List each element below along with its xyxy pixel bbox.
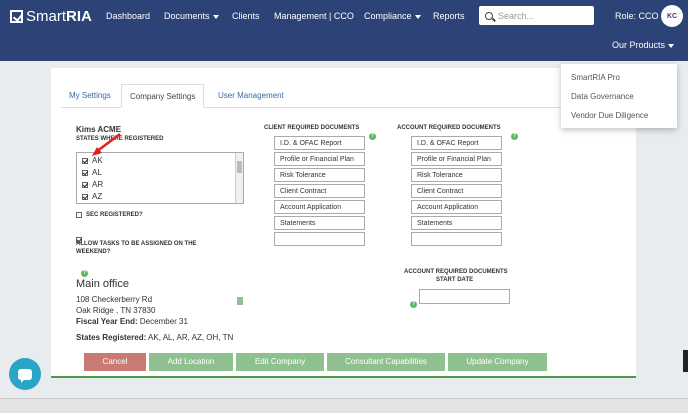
account-doc-item[interactable]: I.D. & OFAC Report [411,136,502,150]
tab-company-settings[interactable]: Company Settings [121,84,205,108]
logo-suffix: RIA [66,8,92,25]
help-icon[interactable]: ? [81,269,88,277]
sec-registered-row[interactable]: SEC REGISTERED? [76,212,143,218]
tab-user-management[interactable]: User Management [210,84,292,108]
bottom-bar [0,398,688,413]
search-icon [485,11,493,20]
account-doc-item-empty[interactable] [411,232,502,246]
annotation-arrow-icon [92,133,121,156]
scroll-thumb[interactable] [237,161,242,173]
menu-item-vendor-due-diligence[interactable]: Vendor Due Diligence [561,106,677,125]
consultant-capabilities-button[interactable]: Consultant Capabilities [327,353,445,371]
state-option[interactable]: AR [82,180,103,189]
office-address-1: 108 Checkerberry Rd [76,295,153,304]
client-doc-item[interactable]: Profile or Financial Plan [274,152,365,166]
office-title: Main office [76,278,129,290]
top-navbar: Smart RIA Dashboard Documents Clients Man… [0,0,688,61]
client-doc-item[interactable]: Statements [274,216,365,230]
help-icon[interactable]: ? [511,132,518,140]
start-date-input[interactable] [419,289,510,304]
nav-compliance[interactable]: Compliance [364,11,421,21]
update-company-button[interactable]: Update Company [448,353,547,371]
client-doc-item[interactable]: I.D. & OFAC Report [274,136,365,150]
state-option[interactable]: AL [82,168,102,177]
fiscal-year-row: Fiscal Year End: December 31 [76,317,188,326]
account-doc-item[interactable]: Statements [411,216,502,230]
weekend-label-1: ALLOW TASKS TO BE ASSIGNED ON THE [76,241,197,247]
edit-company-button[interactable]: Edit Company [236,353,324,371]
add-location-button[interactable]: Add Location [149,353,233,371]
chat-icon [18,368,32,383]
client-doc-item-empty[interactable] [274,232,365,246]
account-doc-item[interactable]: Account Application [411,200,502,214]
settings-tabs: My Settings Company Settings User Manage… [61,84,626,108]
state-option[interactable]: AZ [82,192,102,201]
client-doc-item[interactable]: Client Contract [274,184,365,198]
role-label: Role: CCO [615,11,659,21]
search-box[interactable] [479,6,594,25]
account-doc-item[interactable]: Client Contract [411,184,502,198]
state-checkbox[interactable] [82,169,88,176]
state-checkbox[interactable] [82,193,88,200]
nav-management-cco[interactable]: Management | CCO [274,11,354,21]
menu-item-data-governance[interactable]: Data Governance [561,87,677,106]
chat-launcher[interactable] [9,358,41,390]
nav-documents[interactable]: Documents [164,11,219,21]
chevron-down-icon [414,14,421,19]
client-docs-title: CLIENT REQUIRED DOCUMENTS [264,125,360,131]
products-dropdown: SmartRIA Pro Data Governance Vendor Due … [561,64,677,128]
client-doc-item[interactable]: Risk Tolerance [274,168,365,182]
menu-item-smartria-pro[interactable]: SmartRIA Pro [561,68,677,87]
nav-reports[interactable]: Reports [433,11,465,21]
listbox-scrollbar[interactable] [235,153,243,203]
our-products-menu[interactable]: Our Products [612,40,675,50]
account-doc-item[interactable]: Risk Tolerance [411,168,502,182]
tab-my-settings[interactable]: My Settings [61,84,119,108]
weekend-label-2: WEEKEND? [76,249,111,255]
trash-icon[interactable] [237,297,243,305]
cancel-button[interactable]: Cancel [84,353,146,371]
states-registered-row: States Registered: AK, AL, AR, AZ, OH, T… [76,333,234,342]
nav-dashboard[interactable]: Dashboard [106,11,150,21]
logo-check-icon [10,10,23,23]
logo-prefix: Smart [26,8,67,25]
avatar[interactable]: KC [661,5,683,27]
start-date-label-1: ACCOUNT REQUIRED DOCUMENTS [404,269,508,275]
start-date-label-2: START DATE [436,277,474,283]
account-docs-title: ACCOUNT REQUIRED DOCUMENTS [397,125,501,131]
nav-clients[interactable]: Clients [232,11,260,21]
company-settings-panel: My Settings Company Settings User Manage… [51,68,636,378]
chevron-down-icon [212,14,219,19]
client-doc-item[interactable]: Account Application [274,200,365,214]
office-address-2: Oak Ridge , TN 37830 [76,306,156,315]
sec-registered-checkbox[interactable] [76,212,82,218]
help-icon[interactable]: ? [369,132,376,140]
account-doc-item[interactable]: Profile or Financial Plan [411,152,502,166]
chevron-down-icon [668,43,675,48]
state-checkbox[interactable] [82,181,88,188]
search-input[interactable] [498,10,588,21]
smartria-logo[interactable]: Smart RIA [10,8,92,25]
side-handle [683,350,688,372]
help-icon[interactable]: ? [410,300,417,308]
